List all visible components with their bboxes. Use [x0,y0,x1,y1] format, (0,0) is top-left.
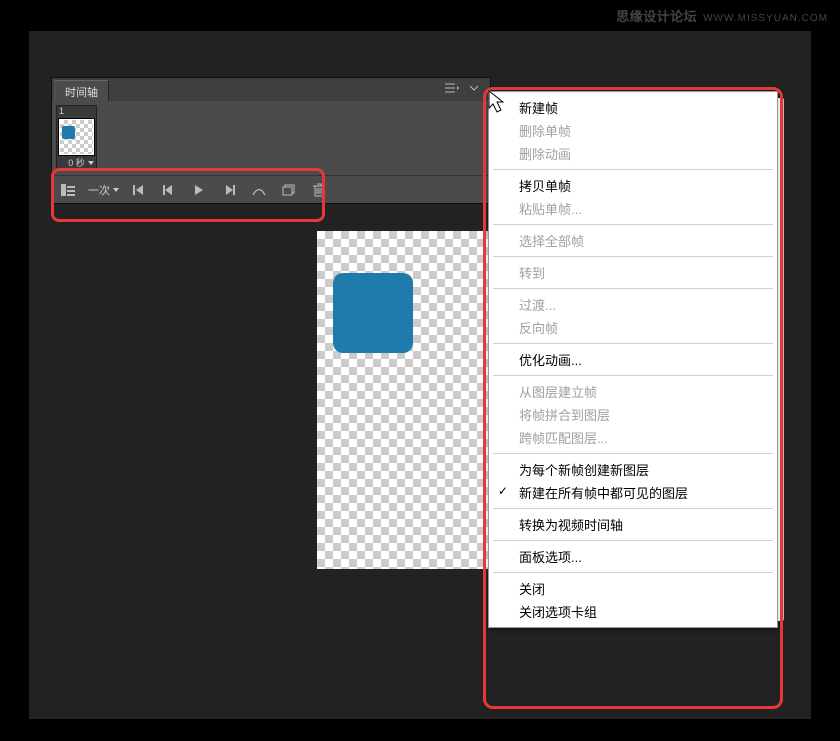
menu-item[interactable]: 关闭 [489,577,777,600]
frame-thumbnail [59,119,94,155]
panel-menu-icon[interactable] [444,81,460,95]
loop-selector[interactable]: 一次 [88,182,119,198]
menu-separator [493,508,773,509]
menu-item: 删除动画 [489,142,777,165]
menu-item[interactable]: 优化动画... [489,348,777,371]
menu-item[interactable]: 新建帧 [489,96,777,119]
panel-flyout-menu: 新建帧删除单帧删除动画拷贝单帧粘贴单帧... 选择全部帧转到过渡...反向帧优化动… [488,91,778,628]
menu-item[interactable]: 为每个新帧创建新图层 [489,458,777,481]
watermark-zh: 思缘设计论坛 [616,6,697,25]
menu-separator [493,540,773,541]
convert-timeline-icon[interactable] [58,180,78,200]
menu-item: 跨帧匹配图层... [489,426,777,449]
timeline-tab[interactable]: 时间轴 [54,80,109,101]
menu-item: 删除单帧 [489,119,777,142]
loop-label: 一次 [88,182,110,198]
menu-separator [493,256,773,257]
timeline-panel: 时间轴 1 0 秒 一次 [51,77,491,204]
menu-item[interactable]: 新建在所有帧中都可见的图层✓ [489,481,777,504]
play-icon[interactable] [189,180,209,200]
menu-separator [493,453,773,454]
menu-item[interactable]: 转换为视频时间轴 [489,513,777,536]
frame-1[interactable]: 1 0 秒 [56,105,97,171]
prev-frame-icon[interactable] [159,180,179,200]
timeline-toolbar: 一次 [52,175,490,203]
panel-collapse-icon[interactable] [468,81,482,95]
duplicate-frame-icon[interactable] [279,180,299,200]
menu-item: 选择全部帧 [489,229,777,252]
menu-separator [493,288,773,289]
menu-item[interactable]: 拷贝单帧 [489,174,777,197]
menu-separator [493,343,773,344]
menu-item: 转到 [489,261,777,284]
thumb-shape [62,126,75,139]
tween-icon[interactable] [249,180,269,200]
next-frame-icon[interactable] [219,180,239,200]
caret-icon [113,188,119,192]
canvas[interactable] [317,231,492,569]
delete-frame-icon[interactable] [309,180,329,200]
frame-delay[interactable]: 0 秒 [57,157,96,170]
menu-separator [493,169,773,170]
menu-item: 从图层建立帧 [489,380,777,403]
menu-side-edge [778,98,784,621]
app-stage: 时间轴 1 0 秒 一次 [28,30,812,720]
frames-strip: 1 0 秒 [52,101,490,175]
frame-number: 1 [57,106,96,117]
check-icon: ✓ [498,484,508,498]
menu-item[interactable]: 面板选项... [489,545,777,568]
menu-item: 将帧拼合到图层 [489,403,777,426]
menu-separator [493,224,773,225]
panel-tab-bar: 时间轴 [52,78,490,101]
menu-item: 反向帧 [489,316,777,339]
watermark: 思缘设计论坛 WWW.MISSYUAN.COM [616,6,828,25]
menu-item[interactable]: 关闭选项卡组 [489,600,777,623]
rounded-rect-shape[interactable] [333,273,413,353]
watermark-url: WWW.MISSYUAN.COM [703,13,828,24]
menu-separator [493,572,773,573]
menu-item: 粘贴单帧... [489,197,777,220]
first-frame-icon[interactable] [129,180,149,200]
menu-separator [493,375,773,376]
menu-item: 过渡... [489,293,777,316]
